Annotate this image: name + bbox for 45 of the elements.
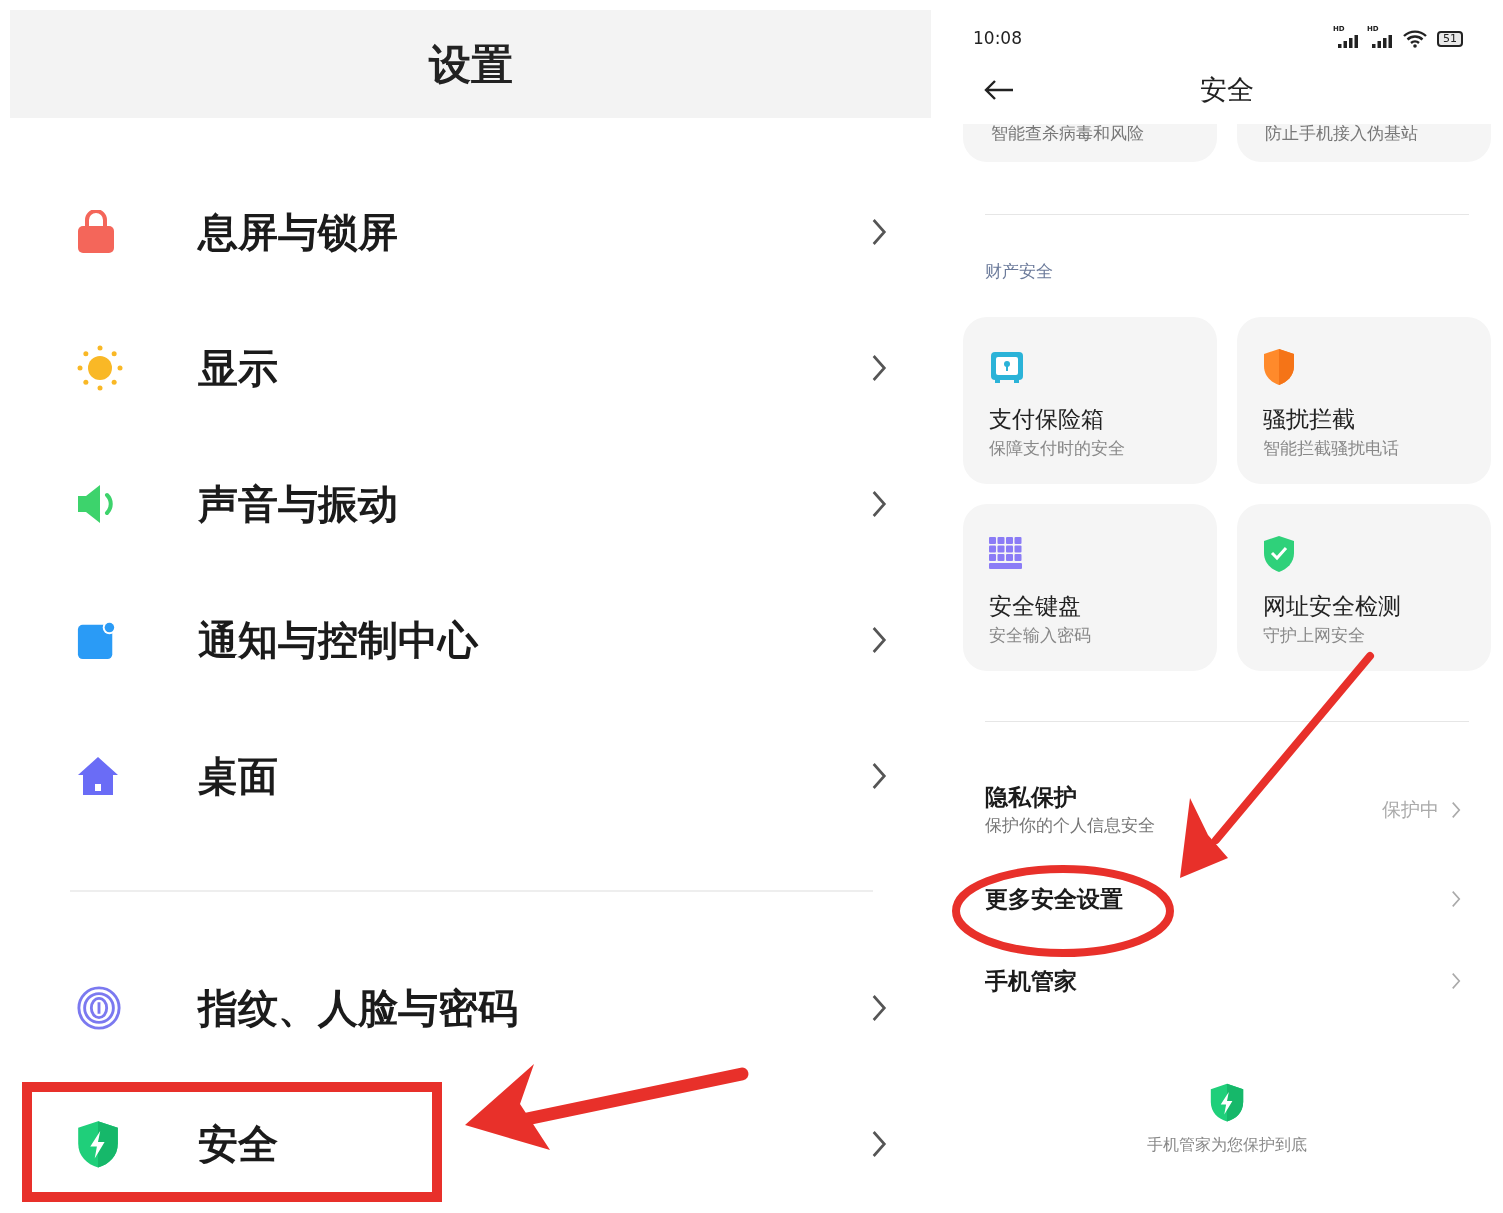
signal-icon <box>1372 34 1394 48</box>
notification-icon <box>76 619 118 661</box>
chevron-icon <box>1451 971 1461 990</box>
chevron-icon <box>871 625 887 655</box>
settings-item[interactable]: 息屏与锁屏 <box>10 164 931 300</box>
feature-card[interactable]: 安全键盘 安全输入密码 <box>963 503 1217 671</box>
settings-row[interactable]: 隐私保护 保护你的个人信息安全 保护中 <box>961 761 1493 858</box>
home-icon <box>76 754 120 798</box>
settings-item[interactable]: 显示 <box>10 300 931 436</box>
chevron-icon <box>871 353 887 383</box>
settings-item[interactable]: 桌面 <box>10 708 931 844</box>
settings-item[interactable]: 声音与振动 <box>10 436 931 572</box>
chevron-icon <box>1451 889 1461 908</box>
status-time: 10:08 <box>973 27 1022 51</box>
screen-title: 安全 <box>1200 72 1254 107</box>
keypad-icon <box>989 536 1023 571</box>
chevron-icon <box>871 489 887 519</box>
settings-row[interactable]: 更多安全设置 <box>961 857 1493 940</box>
chevron-icon <box>871 217 887 247</box>
chevron-icon <box>1451 800 1461 819</box>
check-shield-icon <box>1263 534 1295 573</box>
feature-card[interactable]: 防止手机接入伪基站 <box>1237 124 1491 162</box>
feature-card[interactable]: 骚扰拦截 智能拦截骚扰电话 <box>1237 316 1491 484</box>
wifi-icon <box>1403 30 1427 48</box>
shield-icon <box>1209 1081 1245 1123</box>
feature-card[interactable]: 智能查杀病毒和风险 <box>963 124 1217 162</box>
fingerprint-icon <box>76 985 122 1031</box>
chevron-icon <box>871 993 887 1023</box>
sun-icon <box>76 344 124 392</box>
battery-indicator: 51 <box>1437 31 1463 47</box>
shield-icon <box>1263 347 1295 386</box>
back-arrow-icon[interactable] <box>983 79 1015 101</box>
section-label: 财产安全 <box>985 260 1054 283</box>
settings-item[interactable]: 通知与控制中心 <box>10 572 931 708</box>
lock-icon <box>76 210 116 254</box>
signal-icon <box>1338 34 1360 48</box>
chevron-icon <box>871 761 887 791</box>
settings-item[interactable]: 指纹、人脸与密码 <box>10 940 931 1076</box>
footer-text: 手机管家为您保护到底 <box>1147 1133 1307 1156</box>
chevron-icon <box>871 1129 887 1159</box>
shield-icon <box>76 1118 120 1170</box>
page-title: 设置 <box>428 38 513 91</box>
feature-card[interactable]: 网址安全检测 守护上网安全 <box>1237 503 1491 671</box>
feature-card[interactable]: 支付保险箱 保障支付时的安全 <box>963 316 1217 484</box>
settings-row[interactable]: 手机管家 <box>961 939 1493 1022</box>
